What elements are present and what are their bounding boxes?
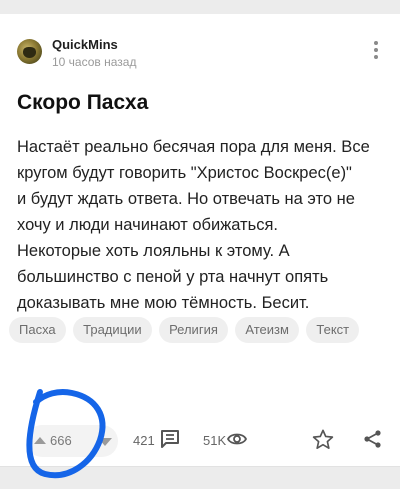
tag-list: Пасха Традиции Религия Атеизм Текст bbox=[9, 317, 394, 353]
tag[interactable]: Пасха bbox=[9, 317, 66, 343]
post-title[interactable]: Скоро Пасха bbox=[17, 91, 148, 115]
post-actions-bar: 666 421 51K bbox=[0, 416, 400, 466]
arrow-up-icon[interactable] bbox=[34, 437, 46, 444]
tag[interactable]: Текст bbox=[306, 317, 360, 343]
tag[interactable]: Традиции bbox=[73, 317, 152, 343]
eye-icon bbox=[227, 433, 247, 445]
author-name[interactable]: QuickMins bbox=[52, 37, 118, 52]
comments-icon[interactable] bbox=[160, 429, 180, 449]
share-icon[interactable] bbox=[363, 429, 383, 449]
post-text: Настаёт реально бесячая пора для меня. В… bbox=[17, 138, 370, 312]
post-card: QuickMins 10 часов назад Скоро Пасха Нас… bbox=[0, 14, 400, 467]
comments-count[interactable]: 421 bbox=[133, 433, 155, 448]
tag[interactable]: Религия bbox=[159, 317, 228, 343]
more-vertical-icon[interactable] bbox=[368, 41, 384, 63]
post-time: 10 часов назад bbox=[52, 55, 137, 69]
tag[interactable]: Атеизм bbox=[235, 317, 299, 343]
avatar[interactable] bbox=[17, 39, 42, 64]
star-icon[interactable] bbox=[312, 429, 334, 450]
avatar-image bbox=[23, 47, 36, 58]
rating-count: 666 bbox=[50, 433, 72, 448]
arrow-down-icon[interactable] bbox=[98, 438, 112, 446]
views-count: 51K bbox=[203, 433, 227, 448]
